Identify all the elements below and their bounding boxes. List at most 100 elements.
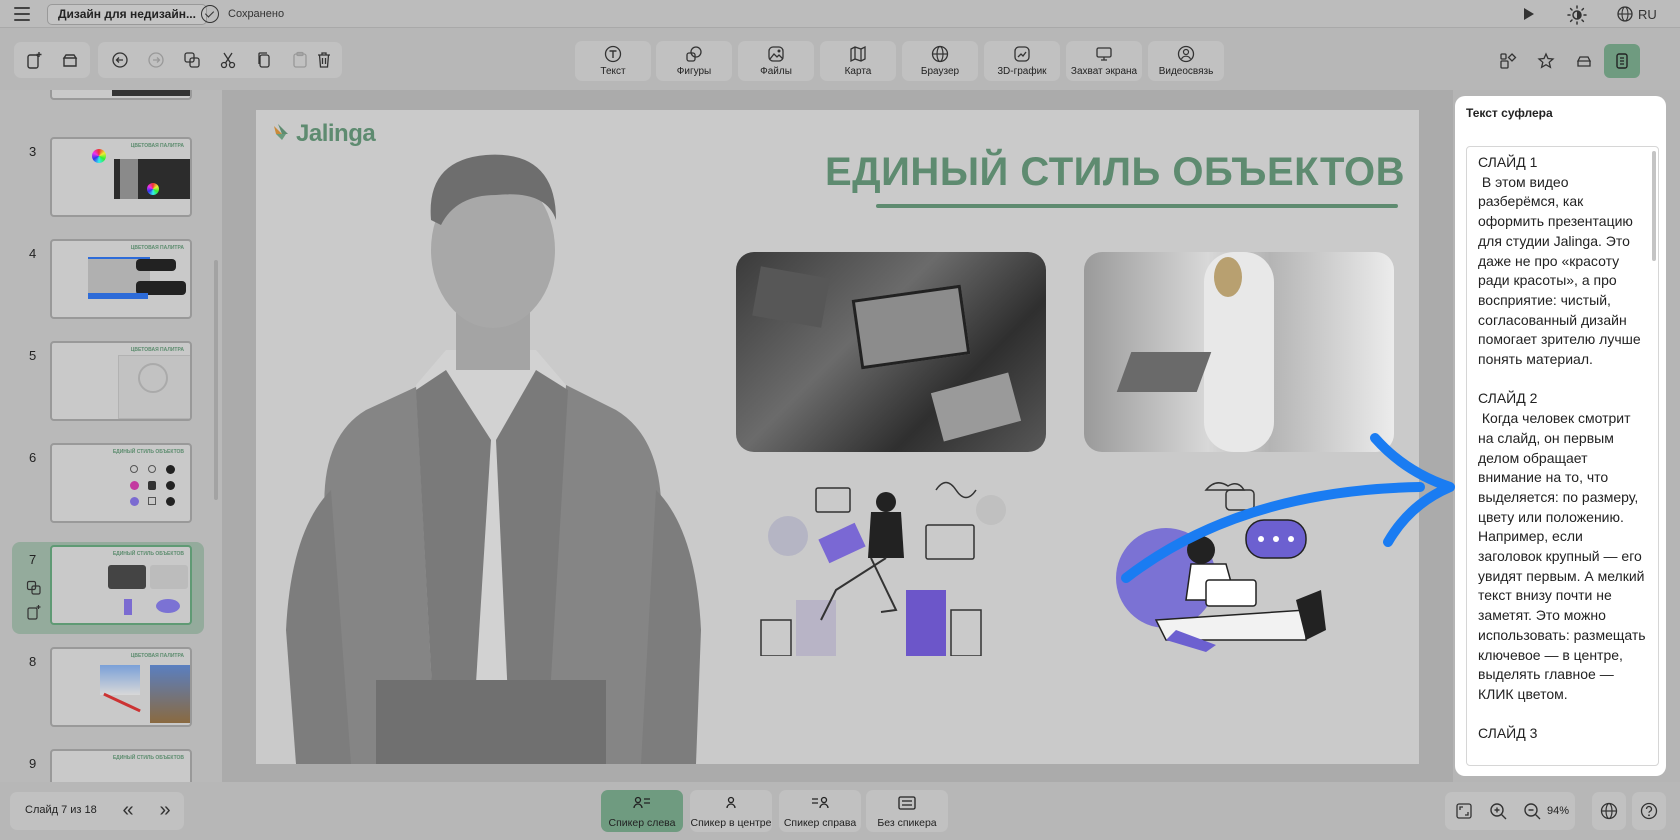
favorites-button[interactable] [1528, 44, 1564, 78]
slide-thumbnail: ЕДИНЫЙ СТИЛЬ ОБЪЕКТОВ [50, 749, 192, 782]
slides-scrollbar[interactable] [214, 260, 218, 500]
brightness-icon[interactable] [1567, 5, 1587, 25]
prompter-text-area[interactable]: СЛАЙД 1 В этом видео разберёмся, как офо… [1466, 146, 1659, 766]
globe-icon[interactable] [1617, 6, 1633, 22]
layout-label: Спикер слева [608, 817, 676, 829]
tool-label: Видеосвязь [1158, 66, 1214, 77]
globe-icon [1600, 802, 1618, 820]
scissors-icon [220, 52, 236, 69]
cut-button[interactable] [210, 42, 246, 78]
redo-button[interactable] [138, 42, 174, 78]
web-button[interactable] [1592, 792, 1626, 830]
slide-item-9[interactable]: 9 ЕДИНЫЙ СТИЛЬ ОБЪЕКТОВ [12, 746, 204, 782]
tool-files[interactable]: Файлы [738, 41, 814, 81]
slide-thumbnail: ЦВЕТОВАЯ ПАЛИТРА [50, 647, 192, 727]
slide-number: 8 [29, 654, 37, 669]
tool-label: Текст [600, 66, 626, 77]
files-icon [768, 46, 784, 62]
help-button[interactable] [1632, 792, 1666, 830]
slide-item-6[interactable]: 6 ЕДИНЫЙ СТИЛЬ ОБЪЕКТОВ [12, 440, 204, 532]
redo-icon [148, 52, 164, 68]
duplicate-icon [184, 52, 200, 68]
slide-thumbnail-2[interactable] [50, 90, 192, 100]
thumb-title: ЕДИНЫЙ СТИЛЬ ОБЪЕКТОВ [112, 755, 184, 761]
layout-label: Спикер справа [783, 817, 857, 829]
widgets-button[interactable] [1490, 44, 1526, 78]
help-icon [1640, 802, 1658, 820]
widgets-icon [1500, 53, 1517, 69]
slide-thumbnail: ЦВЕТОВАЯ ПАЛИТРА [50, 239, 192, 319]
slide-thumbnail: ЕДИНЫЙ СТИЛЬ ОБЪЕКТОВ [50, 545, 192, 625]
speaker-placeholder[interactable] [256, 110, 736, 764]
shapes-icon [686, 46, 702, 62]
slide-number: 6 [29, 450, 37, 465]
title-underline [876, 204, 1398, 208]
tool-browser[interactable]: Браузер [902, 41, 978, 81]
add-slide-icon[interactable] [26, 604, 42, 620]
prev-slide-button[interactable]: « [118, 798, 138, 822]
undo-button[interactable] [102, 42, 138, 78]
screen-capture-icon [1096, 47, 1112, 61]
play-icon[interactable] [1524, 8, 1534, 20]
slide-item-4[interactable]: 4 ЦВЕТОВАЯ ПАЛИТРА [12, 236, 204, 328]
thumb-title: ЦВЕТОВАЯ ПАЛИТРА [130, 653, 184, 659]
tool-text[interactable]: Текст [575, 41, 651, 81]
tool-video-call[interactable]: Видеосвязь [1148, 41, 1224, 81]
layout-no-speaker-button[interactable]: Без спикера [866, 790, 948, 832]
slides-panel[interactable]: 3 ЦВЕТОВАЯ ПАЛИТРА 4 ЦВЕТОВАЯ ПАЛИТРА 5 … [0, 90, 222, 782]
tool-label: Фигуры [676, 66, 712, 77]
thumb-title: ЕДИНЫЙ СТИЛЬ ОБЪЕКТОВ [112, 449, 184, 455]
tool-label: 3D-график [997, 66, 1047, 77]
speaker-right-icon [812, 796, 829, 809]
slide-item-3[interactable]: 3 ЦВЕТОВАЯ ПАЛИТРА [12, 134, 204, 226]
copy-button[interactable] [246, 42, 282, 78]
tool-label: Карта [844, 66, 872, 77]
slide-number: 7 [29, 552, 37, 567]
prompter-text[interactable]: СЛАЙД 1 В этом видео разберёмся, как офо… [1478, 153, 1646, 744]
photo-laptop-desk[interactable] [736, 252, 1046, 452]
illustration-woman-laptop[interactable] [736, 480, 1006, 656]
slide-thumbnail: ЦВЕТОВАЯ ПАЛИТРА [50, 341, 192, 421]
edit-group [98, 42, 342, 78]
layout-speaker-center-button[interactable]: Спикер в центре [690, 790, 772, 832]
slide-title[interactable]: ЕДИНЫЙ СТИЛЬ ОБЪЕКТОВ [825, 150, 1405, 195]
tool-shapes[interactable]: Фигуры [656, 41, 732, 81]
layout-label: Без спикера [877, 817, 937, 829]
library-button[interactable] [52, 42, 88, 78]
slide-counter: Слайд 7 из 18 [25, 804, 97, 816]
illustration-woman-chat[interactable] [1096, 480, 1346, 656]
thumb-title: ЦВЕТОВАЯ ПАЛИТРА [130, 143, 184, 149]
tool-screen-capture[interactable]: Захват экрана [1066, 41, 1142, 81]
hamburger-menu-icon[interactable] [14, 7, 30, 21]
prompter-button[interactable] [1604, 44, 1640, 78]
slide-item-5[interactable]: 5 ЦВЕТОВАЯ ПАЛИТРА [12, 338, 204, 430]
language-selector[interactable]: RU [1638, 7, 1657, 22]
zoom-in-icon[interactable] [1488, 801, 1508, 821]
slide-number: 3 [29, 144, 37, 159]
zoom-level[interactable]: 94% [1547, 805, 1569, 817]
slide-thumbnail: ЕДИНЫЙ СТИЛЬ ОБЪЕКТОВ [50, 443, 192, 523]
slide-item-7[interactable]: 7 ЕДИНЫЙ СТИЛЬ ОБЪЕКТОВ [12, 542, 204, 634]
layers-icon [1576, 56, 1592, 67]
chart-icon [1014, 46, 1030, 62]
slide-canvas[interactable]: Jalinga ЕДИНЫЙ СТИЛЬ ОБЪЕКТОВ [256, 110, 1419, 764]
next-slide-button[interactable]: » [155, 798, 175, 822]
document-title[interactable]: Дизайн для недизайн... [47, 4, 207, 25]
tool-label: Файлы [760, 66, 792, 77]
duplicate-button[interactable] [174, 42, 210, 78]
tool-map[interactable]: Карта [820, 41, 896, 81]
layout-speaker-left-button[interactable]: Спикер слева [601, 790, 683, 832]
tool-3d-chart[interactable]: 3D-график [984, 41, 1060, 81]
duplicate-slide-icon[interactable] [26, 580, 42, 596]
zoom-out-icon[interactable] [1522, 801, 1542, 821]
delete-button[interactable] [306, 42, 342, 78]
new-slide-button[interactable] [16, 42, 52, 78]
prompter-panel: Текст суфлера СЛАЙД 1 В этом видео разбе… [1455, 96, 1666, 776]
layers-button[interactable] [1566, 44, 1602, 78]
prompter-scrollbar[interactable] [1652, 151, 1656, 261]
map-icon [850, 45, 866, 63]
fit-screen-icon[interactable] [1454, 801, 1474, 821]
slide-item-8[interactable]: 8 ЦВЕТОВАЯ ПАЛИТРА [12, 644, 204, 736]
layout-speaker-right-button[interactable]: Спикер справа [779, 790, 861, 832]
photo-woman-at-desk[interactable] [1084, 252, 1394, 452]
